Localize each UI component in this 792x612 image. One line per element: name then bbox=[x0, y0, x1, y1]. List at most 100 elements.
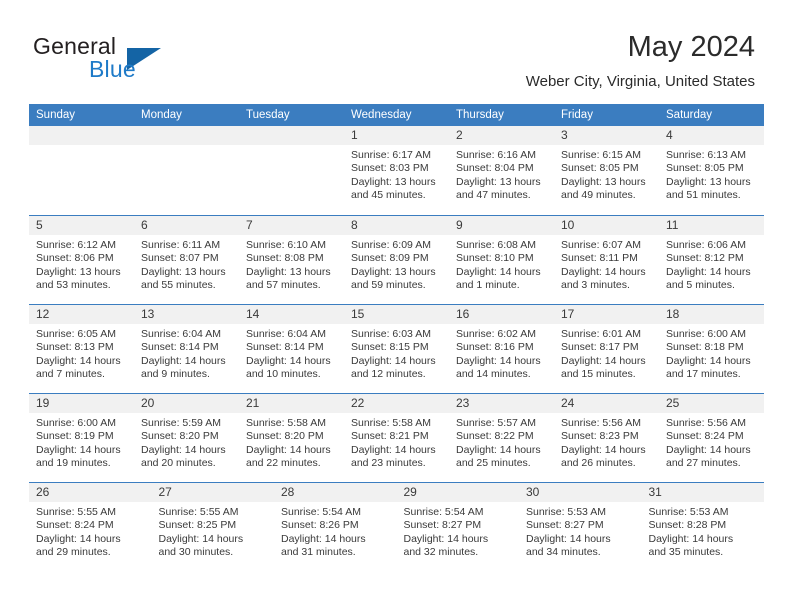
sunrise-time: Sunrise: 5:57 AM bbox=[456, 417, 536, 429]
calendar-day-cell[interactable]: 31 Sunrise: 5:53 AM Sunset: 8:28 PM Dayligh… bbox=[641, 483, 764, 571]
calendar-day-cell[interactable]: 26 Sunrise: 5:55 AM Sunset: 8:24 PM Dayligh… bbox=[29, 483, 152, 571]
calendar-day-cell[interactable]: 9 Sunrise: 6:08 AM Sunset: 8:10 PM Daylight… bbox=[449, 216, 554, 304]
sunset-time: Sunset: 8:24 PM bbox=[666, 430, 744, 443]
sunrise-time: Sunrise: 6:08 AM bbox=[456, 239, 536, 251]
weekday-header-thursday: Thursday bbox=[456, 109, 504, 121]
day-number-band: 28 bbox=[274, 483, 397, 502]
day-details: Sunrise: 6:12 AM Sunset: 8:06 PM Daylight:… bbox=[29, 235, 134, 293]
day-number-band: 18 bbox=[659, 305, 764, 324]
sunset-time: Sunset: 8:20 PM bbox=[141, 430, 219, 443]
calendar-day-cell[interactable]: 10 Sunrise: 6:07 AM Sunset: 8:11 PM Dayligh… bbox=[554, 216, 659, 304]
sunset-time: Sunset: 8:17 PM bbox=[561, 341, 639, 354]
daylight-duration-line1: Daylight: 14 hours bbox=[666, 443, 751, 456]
sunset-time: Sunset: 8:25 PM bbox=[158, 519, 237, 532]
weekday-header-sunday: Sunday bbox=[36, 109, 76, 121]
day-details: Sunrise: 6:11 AM Sunset: 8:07 PM Daylight:… bbox=[134, 235, 239, 293]
calendar-day-cell[interactable]: 7 Sunrise: 6:10 AM Sunset: 8:08 PM Daylight… bbox=[239, 216, 344, 304]
sunrise-time: Sunrise: 5:59 AM bbox=[141, 417, 221, 429]
calendar-day-cell[interactable]: 19 Sunrise: 6:00 AM Sunset: 8:19 PM Dayligh… bbox=[29, 394, 134, 482]
day-number-band: 31 bbox=[641, 483, 764, 502]
calendar-day-cell[interactable]: 12 Sunrise: 6:05 AM Sunset: 8:13 PM Dayligh… bbox=[29, 305, 134, 393]
calendar-day-cell[interactable]: 5 Sunrise: 6:12 AM Sunset: 8:06 PM Daylight… bbox=[29, 216, 134, 304]
daylight-duration-line2: and 53 minutes. bbox=[36, 279, 111, 292]
sunrise-time: Sunrise: 5:58 AM bbox=[246, 417, 326, 429]
sunrise-time: Sunrise: 5:55 AM bbox=[158, 506, 239, 518]
day-number: 23 bbox=[456, 396, 470, 410]
calendar-day-cell[interactable]: 30 Sunrise: 5:53 AM Sunset: 8:27 PM Dayligh… bbox=[519, 483, 642, 571]
weekday-header-wednesday: Wednesday bbox=[351, 109, 412, 121]
daylight-duration-line2: and 19 minutes. bbox=[36, 457, 111, 470]
calendar-day-cell[interactable]: 17 Sunrise: 6:01 AM Sunset: 8:17 PM Dayligh… bbox=[554, 305, 659, 393]
day-number-band: 4 bbox=[659, 126, 764, 145]
calendar-day-cell[interactable]: 16 Sunrise: 6:02 AM Sunset: 8:16 PM Dayligh… bbox=[449, 305, 554, 393]
general-blue-logo[interactable]: General Blue bbox=[33, 33, 233, 85]
calendar-day-cell[interactable]: 25 Sunrise: 5:56 AM Sunset: 8:24 PM Dayligh… bbox=[659, 394, 764, 482]
weekday-header-tuesday: Tuesday bbox=[246, 109, 290, 121]
day-number: 22 bbox=[351, 396, 365, 410]
calendar-day-cell-empty bbox=[239, 126, 344, 215]
calendar-day-cell[interactable]: 1 Sunrise: 6:17 AM Sunset: 8:03 PM Daylight… bbox=[344, 126, 449, 215]
calendar-day-cell[interactable]: 11 Sunrise: 6:06 AM Sunset: 8:12 PM Dayligh… bbox=[659, 216, 764, 304]
sunrise-time: Sunrise: 6:12 AM bbox=[36, 239, 116, 251]
sunset-time: Sunset: 8:16 PM bbox=[456, 341, 534, 354]
daylight-duration-line2: and 22 minutes. bbox=[246, 457, 321, 470]
sunset-time: Sunset: 8:05 PM bbox=[666, 162, 744, 175]
day-number-band: 5 bbox=[29, 216, 134, 235]
daylight-duration-line1: Daylight: 14 hours bbox=[246, 354, 331, 367]
daylight-duration-line1: Daylight: 14 hours bbox=[246, 443, 331, 456]
calendar-day-cell[interactable]: 15 Sunrise: 6:03 AM Sunset: 8:15 PM Dayligh… bbox=[344, 305, 449, 393]
day-number-band: 11 bbox=[659, 216, 764, 235]
day-number-band: 23 bbox=[449, 394, 554, 413]
calendar-day-cell[interactable]: 18 Sunrise: 6:00 AM Sunset: 8:18 PM Dayligh… bbox=[659, 305, 764, 393]
sunrise-time: Sunrise: 6:00 AM bbox=[36, 417, 116, 429]
day-number: 7 bbox=[246, 218, 253, 232]
calendar-day-cell[interactable]: 13 Sunrise: 6:04 AM Sunset: 8:14 PM Dayligh… bbox=[134, 305, 239, 393]
daylight-duration-line1: Daylight: 14 hours bbox=[36, 354, 121, 367]
calendar-day-cell[interactable]: 4 Sunrise: 6:13 AM Sunset: 8:05 PM Daylight… bbox=[659, 126, 764, 215]
calendar-day-cell[interactable]: 22 Sunrise: 5:58 AM Sunset: 8:21 PM Dayligh… bbox=[344, 394, 449, 482]
sunset-time: Sunset: 8:08 PM bbox=[246, 252, 324, 265]
sunrise-time: Sunrise: 6:10 AM bbox=[246, 239, 326, 251]
day-number: 21 bbox=[246, 396, 260, 410]
sunrise-time: Sunrise: 6:13 AM bbox=[666, 149, 746, 161]
sunrise-time: Sunrise: 5:53 AM bbox=[526, 506, 606, 518]
day-number-band: 10 bbox=[554, 216, 659, 235]
sunrise-time: Sunrise: 6:09 AM bbox=[351, 239, 431, 251]
daylight-duration-line1: Daylight: 14 hours bbox=[403, 532, 489, 545]
day-number: 17 bbox=[561, 307, 575, 321]
calendar-day-cell[interactable]: 27 Sunrise: 5:55 AM Sunset: 8:25 PM Dayligh… bbox=[151, 483, 274, 571]
daylight-duration-line2: and 49 minutes. bbox=[561, 189, 636, 202]
day-number-band: 12 bbox=[29, 305, 134, 324]
daylight-duration-line2: and 23 minutes. bbox=[351, 457, 426, 470]
day-number-band: 29 bbox=[396, 483, 519, 502]
calendar-week-row: 5 Sunrise: 6:12 AM Sunset: 8:06 PM Daylight… bbox=[29, 215, 764, 304]
day-details: Sunrise: 5:58 AM Sunset: 8:20 PM Daylight:… bbox=[239, 413, 344, 471]
calendar-day-cell[interactable]: 14 Sunrise: 6:04 AM Sunset: 8:14 PM Dayligh… bbox=[239, 305, 344, 393]
sunrise-time: Sunrise: 5:53 AM bbox=[648, 506, 729, 518]
calendar-day-cell[interactable]: 3 Sunrise: 6:15 AM Sunset: 8:05 PM Daylight… bbox=[554, 126, 659, 215]
calendar-day-cell[interactable]: 2 Sunrise: 6:16 AM Sunset: 8:04 PM Daylight… bbox=[449, 126, 554, 215]
calendar-day-cell[interactable]: 28 Sunrise: 5:54 AM Sunset: 8:26 PM Dayligh… bbox=[274, 483, 397, 571]
calendar-day-cell[interactable]: 23 Sunrise: 5:57 AM Sunset: 8:22 PM Dayligh… bbox=[449, 394, 554, 482]
sunrise-time: Sunrise: 6:04 AM bbox=[246, 328, 326, 340]
calendar-day-cell[interactable]: 6 Sunrise: 6:11 AM Sunset: 8:07 PM Daylight… bbox=[134, 216, 239, 304]
calendar-day-cell[interactable]: 24 Sunrise: 5:56 AM Sunset: 8:23 PM Dayligh… bbox=[554, 394, 659, 482]
daylight-duration-line1: Daylight: 14 hours bbox=[456, 265, 541, 278]
calendar-week-row: 1 Sunrise: 6:17 AM Sunset: 8:03 PM Daylight… bbox=[29, 126, 764, 215]
calendar-day-cell[interactable]: 8 Sunrise: 6:09 AM Sunset: 8:09 PM Daylight… bbox=[344, 216, 449, 304]
day-details: Sunrise: 5:58 AM Sunset: 8:21 PM Daylight:… bbox=[344, 413, 449, 471]
daylight-duration-line1: Daylight: 14 hours bbox=[158, 532, 244, 545]
daylight-duration-line2: and 55 minutes. bbox=[141, 279, 216, 292]
day-number: 27 bbox=[158, 485, 172, 499]
sunset-time: Sunset: 8:23 PM bbox=[561, 430, 639, 443]
daylight-duration-line2: and 32 minutes. bbox=[403, 546, 479, 559]
sunrise-time: Sunrise: 5:54 AM bbox=[403, 506, 484, 518]
calendar-day-cell[interactable]: 20 Sunrise: 5:59 AM Sunset: 8:20 PM Dayligh… bbox=[134, 394, 239, 482]
day-details: Sunrise: 6:07 AM Sunset: 8:11 PM Daylight:… bbox=[554, 235, 659, 293]
daylight-duration-line1: Daylight: 14 hours bbox=[561, 265, 646, 278]
daylight-duration-line1: Daylight: 14 hours bbox=[648, 532, 734, 545]
calendar-day-cell[interactable]: 21 Sunrise: 5:58 AM Sunset: 8:20 PM Dayligh… bbox=[239, 394, 344, 482]
calendar-day-cell[interactable]: 29 Sunrise: 5:54 AM Sunset: 8:27 PM Dayligh… bbox=[396, 483, 519, 571]
daylight-duration-line2: and 1 minute. bbox=[456, 279, 520, 292]
daylight-duration-line1: Daylight: 13 hours bbox=[561, 175, 646, 188]
